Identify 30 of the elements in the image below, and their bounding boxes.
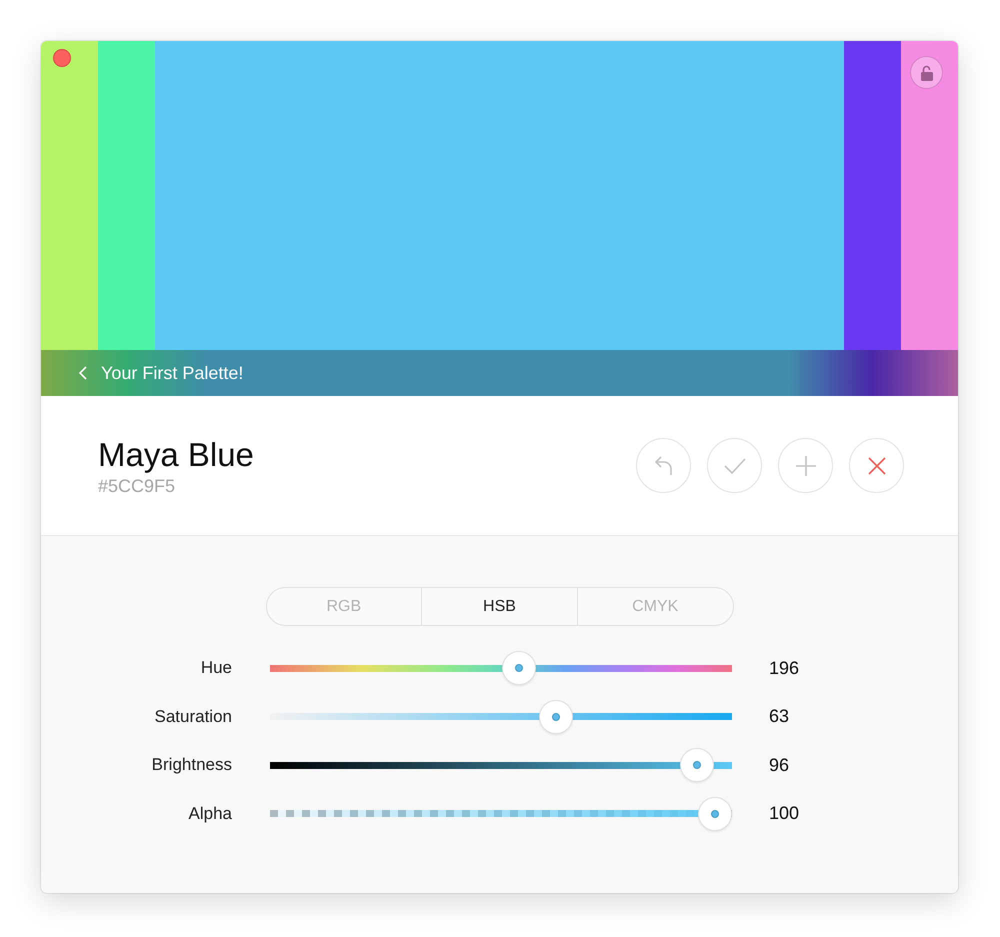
color-swatch[interactable] bbox=[844, 41, 902, 350]
color-name: Maya Blue bbox=[98, 434, 254, 474]
color-swatch[interactable] bbox=[41, 41, 98, 350]
slider-label: Alpha bbox=[188, 804, 232, 824]
color-swatch[interactable] bbox=[154, 41, 844, 350]
slider-thumb[interactable] bbox=[539, 700, 574, 734]
slider-thumb[interactable] bbox=[680, 748, 714, 782]
slider-label: Saturation bbox=[154, 706, 232, 726]
color-swatch[interactable] bbox=[901, 41, 958, 350]
color-swatch[interactable] bbox=[98, 41, 155, 350]
lock-button[interactable] bbox=[910, 56, 943, 89]
slider-thumb[interactable] bbox=[502, 651, 536, 685]
slider-value: 63 bbox=[769, 706, 790, 727]
slider-value: 96 bbox=[769, 754, 790, 776]
tab[interactable]: HSB bbox=[421, 588, 577, 625]
plus-icon bbox=[796, 456, 816, 476]
chevron-left-icon bbox=[79, 366, 87, 380]
slider-value: 196 bbox=[769, 658, 800, 678]
open-padlock-icon bbox=[920, 64, 934, 80]
slider-value: 100 bbox=[769, 803, 800, 824]
color-hex: #5CC9F5 bbox=[98, 474, 176, 496]
back-button[interactable]: Your First Palette! bbox=[79, 362, 244, 384]
slider-label: Hue bbox=[200, 658, 232, 678]
undo-arrow-icon bbox=[654, 456, 672, 476]
close-icon bbox=[868, 456, 886, 474]
checkmark-icon bbox=[724, 458, 746, 474]
tab[interactable]: CMYK bbox=[576, 588, 732, 625]
slider-thumb[interactable] bbox=[698, 796, 732, 830]
slider-label: Brightness bbox=[152, 755, 232, 775]
tab[interactable]: RGB bbox=[266, 588, 422, 625]
